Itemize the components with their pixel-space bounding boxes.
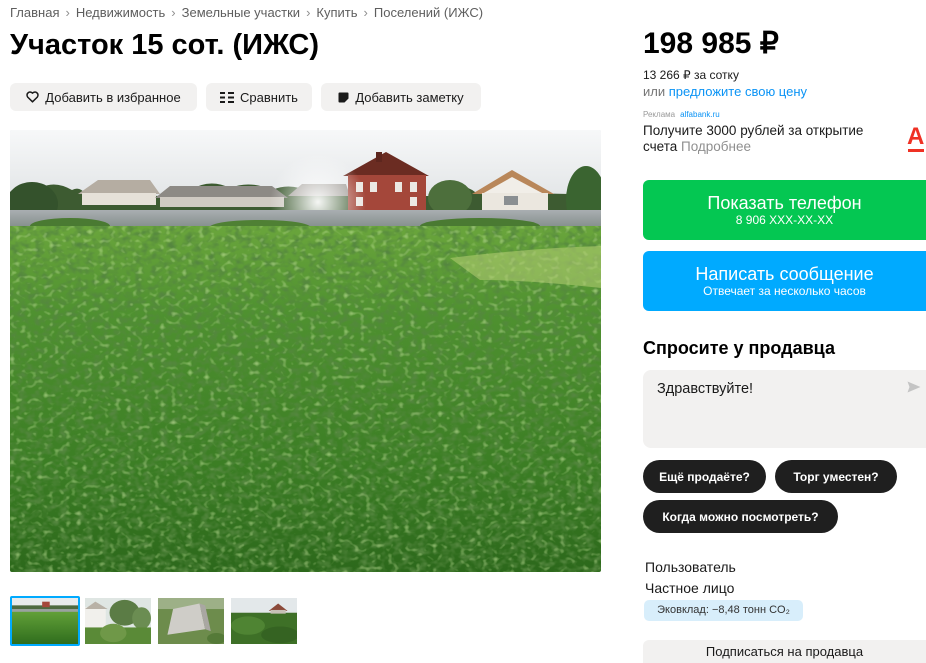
add-note-button[interactable]: Добавить заметку (321, 83, 481, 111)
add-note-label: Добавить заметку (355, 89, 464, 105)
ad-text[interactable]: Получите 3000 рублей за открытие счета П… (643, 123, 879, 155)
photo-thumbnails (10, 596, 299, 646)
land-plot-photo (10, 130, 601, 572)
quick-question-bargain[interactable]: Торг уместен? (775, 460, 897, 493)
price-per-sotka: 13 266 ₽ за сотку (643, 68, 739, 82)
message-input[interactable]: Здравствуйте! (643, 370, 898, 448)
thumbnail-building-image (85, 598, 151, 644)
masked-phone-number: 8 906 XXX-XX-XX (735, 213, 834, 227)
offer-price-link[interactable]: предложите свою цену (669, 84, 807, 99)
alfa-logo-bar (908, 149, 924, 152)
breadcrumb-link-land[interactable]: Земельные участки (182, 5, 300, 20)
breadcrumb-link-izhs[interactable]: Поселений (ИЖС) (374, 5, 483, 20)
price: 198 985 ₽ (643, 27, 779, 60)
seller-name-link[interactable]: Пользователь (645, 559, 736, 576)
breadcrumb-link-buy[interactable]: Купить (316, 5, 357, 20)
offer-price-line: или предложите свою цену (643, 84, 807, 100)
show-phone-label: Показать телефон (707, 193, 862, 213)
thumbnail-field-image (12, 598, 78, 644)
page-title: Участок 15 сот. (ИЖС) (10, 29, 320, 61)
seller-type: Частное лицо (645, 580, 735, 596)
quick-question-still-selling[interactable]: Ещё продаёте? (643, 460, 766, 493)
ad-more-link[interactable]: Подробнее (681, 139, 751, 154)
add-to-favorites-label: Добавить в избранное (45, 89, 181, 105)
write-message-button[interactable]: Написать сообщение Отвечает за несколько… (643, 251, 926, 311)
main-listing-photo[interactable] (10, 130, 601, 572)
note-icon (338, 92, 349, 102)
thumbnail-2[interactable] (83, 596, 153, 646)
breadcrumb-link-home[interactable]: Главная (10, 5, 59, 20)
compare-label: Сравнить (240, 89, 298, 105)
thumbnail-1[interactable] (10, 596, 80, 646)
ask-seller-box: Здравствуйте! (643, 370, 926, 448)
ask-seller-heading: Спросите у продавца (643, 338, 835, 358)
breadcrumb: Главная › Недвижимость › Земельные участки › К… (10, 5, 483, 21)
thumbnail-3[interactable] (156, 596, 226, 646)
thumbnail-stone-image (158, 598, 224, 644)
thumbnail-4[interactable] (229, 596, 299, 646)
alfa-bank-logo[interactable]: А (906, 124, 926, 154)
compare-button[interactable]: Сравнить (206, 83, 312, 111)
show-phone-button[interactable]: Показать телефон 8 906 XXX-XX-XX (643, 180, 926, 240)
response-time-label: Отвечает за несколько часов (703, 284, 866, 298)
heart-icon (26, 91, 39, 103)
send-icon[interactable] (907, 381, 921, 393)
breadcrumb-link-realty[interactable]: Недвижимость (76, 5, 165, 20)
breadcrumb-separator: › (171, 5, 176, 20)
quick-question-when-to-view[interactable]: Когда можно посмотреть? (643, 500, 838, 533)
ad-offer-text: Получите 3000 рублей за открытие счета (643, 123, 864, 154)
breadcrumb-separator: › (65, 5, 70, 20)
thumbnail-grass-image (231, 598, 297, 644)
subscribe-seller-button[interactable]: Подписаться на продавца (643, 640, 926, 663)
photo-field (10, 226, 601, 572)
add-to-favorites-button[interactable]: Добавить в избранное (10, 83, 197, 111)
ad-label: Реклама (643, 110, 676, 119)
offer-prefix: или (643, 84, 666, 99)
compare-icon (220, 91, 235, 103)
eco-badge: Эковклад: −8,48 тонн CO₂ (644, 600, 803, 621)
ad-label-line: Реклама alfabank.ru (643, 110, 720, 120)
ad-domain-link[interactable]: alfabank.ru (680, 110, 720, 119)
breadcrumb-separator: › (306, 5, 311, 20)
write-message-label: Написать сообщение (695, 264, 874, 284)
breadcrumb-separator: › (363, 5, 368, 20)
alfa-logo-letter: А (907, 123, 925, 150)
